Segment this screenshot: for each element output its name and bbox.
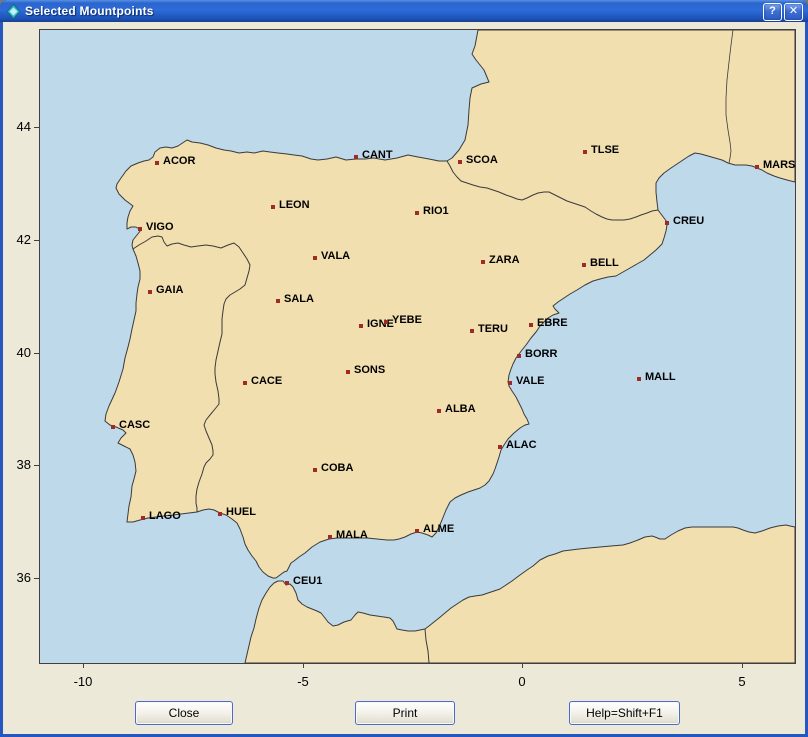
- station-marker-huel: [218, 512, 222, 516]
- station-marker-vala: [313, 256, 317, 260]
- station-layer: ACOR VIGO GAIA CASC LAGO HUEL CACE SALA LEON CANT…: [40, 30, 795, 663]
- station-marker-alme: [415, 529, 419, 533]
- station-label-vigo: VIGO: [146, 221, 174, 233]
- station-label-ceu1: CEU1: [293, 575, 322, 587]
- station-label-casc: CASC: [119, 419, 150, 431]
- help-icon[interactable]: ?: [763, 3, 782, 21]
- station-marker-cant: [354, 155, 358, 159]
- station-marker-mall: [637, 377, 641, 381]
- station-marker-tlse: [583, 150, 587, 154]
- x-axis-label: -10: [58, 674, 108, 689]
- station-marker-vigo: [138, 227, 142, 231]
- station-label-igne: IGNE: [367, 318, 394, 330]
- station-label-creu: CREU: [673, 215, 704, 227]
- y-axis-tick: [34, 127, 39, 128]
- station-label-acor: ACOR: [163, 155, 195, 167]
- y-axis-label: 44: [5, 119, 31, 134]
- station-marker-sala: [276, 299, 280, 303]
- station-label-gaia: GAIA: [156, 284, 184, 296]
- station-label-alac: ALAC: [506, 439, 537, 451]
- y-axis-tick: [34, 578, 39, 579]
- station-marker-mars: [755, 165, 759, 169]
- station-label-sala: SALA: [284, 293, 314, 305]
- station-marker-alac: [498, 445, 502, 449]
- help-shortcut-button[interactable]: Help=Shift+F1: [569, 701, 680, 725]
- x-axis-tick: [522, 664, 523, 668]
- station-label-vale: VALE: [516, 375, 545, 387]
- station-label-mars: MARS: [763, 159, 795, 171]
- station-label-bell: BELL: [590, 257, 619, 269]
- station-marker-ceu1: [285, 581, 289, 585]
- x-axis-tick: [303, 664, 304, 668]
- y-axis-label: 36: [5, 570, 31, 585]
- station-label-vala: VALA: [321, 250, 350, 262]
- app-icon: [6, 4, 21, 19]
- station-label-borr: BORR: [525, 348, 557, 360]
- station-marker-igne: [359, 324, 363, 328]
- x-axis-label: -5: [278, 674, 328, 689]
- station-marker-casc: [111, 425, 115, 429]
- station-marker-vale: [508, 381, 512, 385]
- x-axis-label: 5: [717, 674, 767, 689]
- station-label-sons: SONS: [354, 364, 385, 376]
- y-axis-tick: [34, 353, 39, 354]
- y-axis-label: 40: [5, 345, 31, 360]
- station-label-scoa: SCOA: [466, 154, 498, 166]
- station-marker-mala: [328, 535, 332, 539]
- station-marker-leon: [271, 205, 275, 209]
- station-label-ebre: EBRE: [537, 317, 568, 329]
- station-marker-bell: [582, 263, 586, 267]
- x-axis-tick: [83, 664, 84, 668]
- y-axis-tick: [34, 465, 39, 466]
- station-marker-gaia: [148, 290, 152, 294]
- station-label-alba: ALBA: [445, 403, 476, 415]
- station-marker-creu: [665, 221, 669, 225]
- close-icon[interactable]: ✕: [784, 3, 803, 21]
- station-marker-alba: [437, 409, 441, 413]
- station-label-zara: ZARA: [489, 254, 520, 266]
- station-marker-borr: [517, 354, 521, 358]
- station-label-cant: CANT: [362, 149, 393, 161]
- station-marker-acor: [155, 161, 159, 165]
- dialog-body: ACOR VIGO GAIA CASC LAGO HUEL CACE SALA LEON CANT…: [3, 22, 805, 734]
- y-axis-tick: [34, 240, 39, 241]
- station-marker-coba: [313, 468, 317, 472]
- titlebar[interactable]: Selected Mountpoints ? ✕: [0, 0, 808, 22]
- station-label-cace: CACE: [251, 375, 282, 387]
- station-label-mall: MALL: [645, 371, 676, 383]
- x-axis-tick: [742, 664, 743, 668]
- station-marker-zara: [481, 260, 485, 264]
- close-button[interactable]: Close: [135, 701, 233, 725]
- window-title: Selected Mountpoints: [25, 4, 154, 18]
- station-label-teru: TERU: [478, 323, 508, 335]
- station-label-huel: HUEL: [226, 506, 256, 518]
- station-label-yebe: YEBE: [392, 314, 422, 326]
- station-label-rio1: RIO1: [423, 205, 449, 217]
- station-marker-teru: [470, 329, 474, 333]
- station-label-leon: LEON: [279, 199, 310, 211]
- station-marker-rio1: [415, 211, 419, 215]
- station-label-lago: LAGO: [149, 510, 181, 522]
- footer: Close Print Help=Shift+F1: [3, 701, 805, 725]
- station-marker-scoa: [458, 160, 462, 164]
- print-button[interactable]: Print: [355, 701, 455, 725]
- map-plot: ACOR VIGO GAIA CASC LAGO HUEL CACE SALA LEON CANT…: [39, 29, 796, 664]
- station-marker-yebe: [384, 320, 388, 324]
- station-label-alme: ALME: [423, 523, 454, 535]
- station-label-tlse: TLSE: [591, 144, 619, 156]
- x-axis-label: 0: [497, 674, 547, 689]
- station-marker-lago: [141, 516, 145, 520]
- station-marker-sons: [346, 370, 350, 374]
- station-marker-ebre: [529, 323, 533, 327]
- selected-mountpoints-window: Selected Mountpoints ? ✕ ACOR VIGO GAIA: [0, 0, 808, 737]
- y-axis-label: 38: [5, 457, 31, 472]
- station-label-coba: COBA: [321, 462, 353, 474]
- station-label-mala: MALA: [336, 529, 368, 541]
- station-marker-cace: [243, 381, 247, 385]
- y-axis-label: 42: [5, 232, 31, 247]
